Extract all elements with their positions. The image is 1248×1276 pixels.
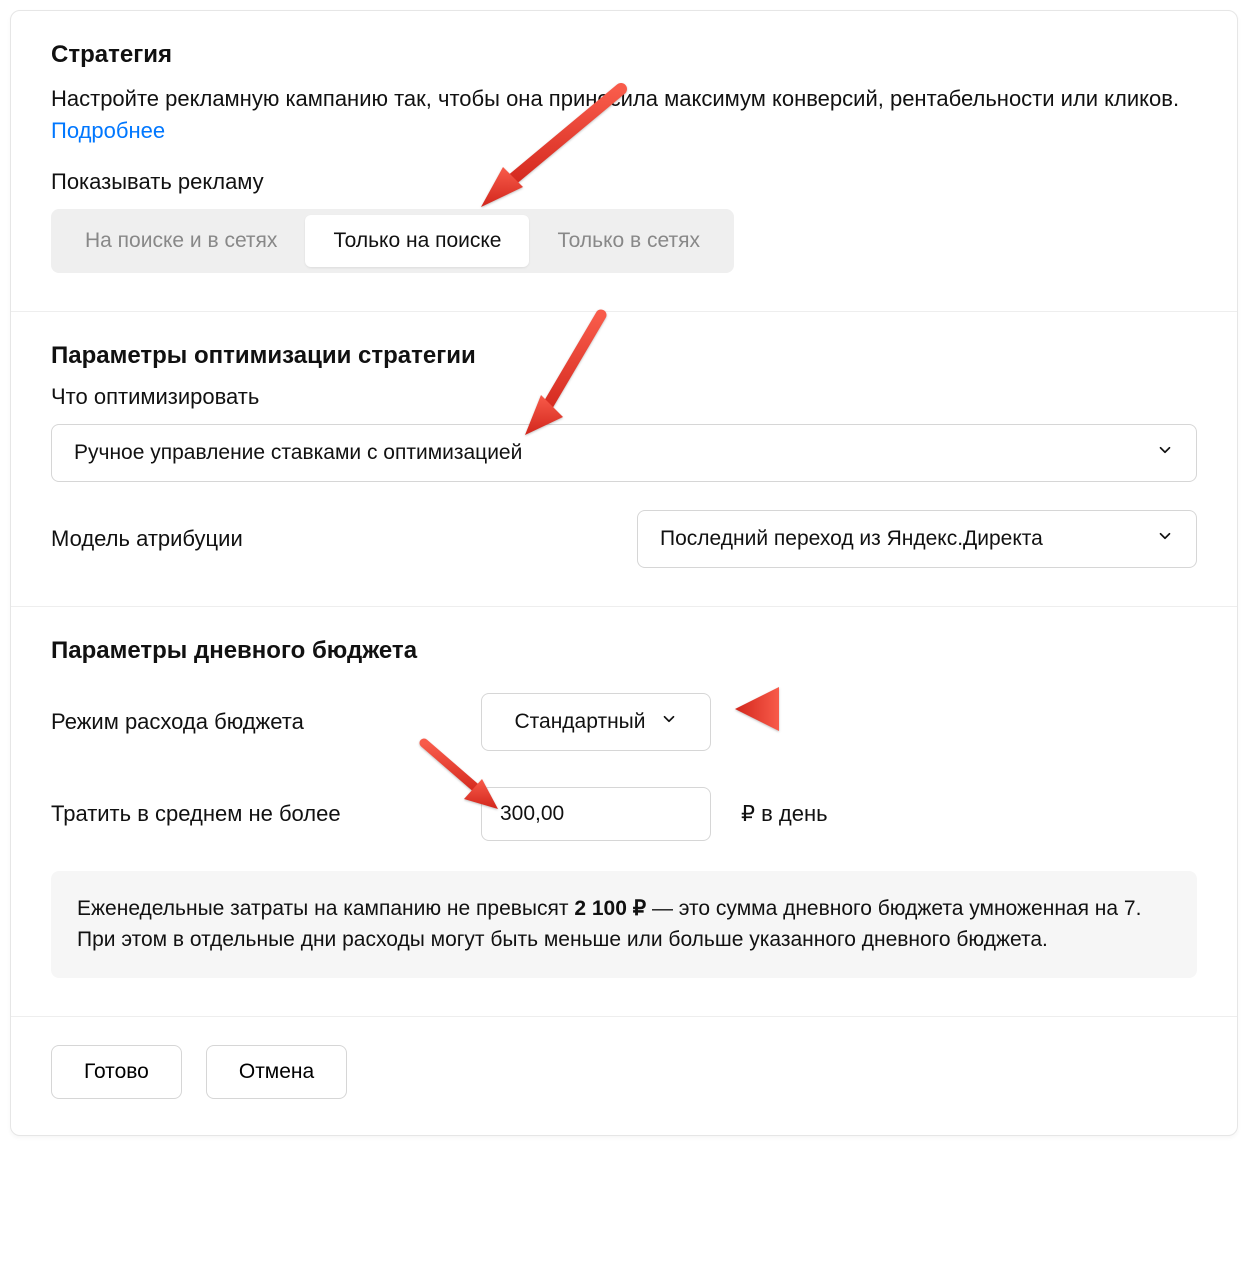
- spend-row: Тратить в среднем не более ₽ в день: [51, 787, 1197, 841]
- attribution-select[interactable]: Последний переход из Яндекс.Директа: [637, 510, 1197, 568]
- chevron-down-icon: [660, 710, 678, 734]
- spend-suffix: ₽ в день: [741, 801, 828, 827]
- cancel-button[interactable]: Отмена: [206, 1045, 347, 1099]
- strategy-description: Настройте рекламную кампанию так, чтобы …: [51, 83, 1197, 147]
- budget-info-box: Еженедельные затраты на кампанию не прев…: [51, 871, 1197, 978]
- strategy-desc-text: Настройте рекламную кампанию так, чтобы …: [51, 86, 1179, 111]
- what-optimize-label: Что оптимизировать: [51, 384, 1197, 410]
- attribution-label: Модель атрибуции: [51, 526, 243, 552]
- budget-mode-select[interactable]: Стандартный: [481, 693, 711, 751]
- budget-mode-label: Режим расхода бюджета: [51, 709, 451, 735]
- info-text-before: Еженедельные затраты на кампанию не прев…: [77, 897, 574, 920]
- optimization-title: Параметры оптимизации стратегии: [51, 342, 1197, 370]
- show-ads-label: Показывать рекламу: [51, 169, 1197, 195]
- budget-section: Параметры дневного бюджета Режим расхода…: [11, 607, 1237, 1017]
- seg-networks-only[interactable]: Только в сетях: [529, 215, 728, 267]
- budget-mode-row: Режим расхода бюджета Стандартный: [51, 693, 1197, 751]
- what-optimize-value: Ручное управление ставками с оптимизацие…: [74, 441, 522, 465]
- attribution-row: Модель атрибуции Последний переход из Ян…: [51, 510, 1197, 568]
- strategy-title: Стратегия: [51, 41, 1197, 69]
- chevron-down-icon: [1156, 441, 1174, 465]
- budget-mode-value: Стандартный: [514, 710, 645, 734]
- strategy-section: Стратегия Настройте рекламную кампанию т…: [11, 11, 1237, 312]
- done-button[interactable]: Готово: [51, 1045, 182, 1099]
- settings-card: Стратегия Настройте рекламную кампанию т…: [10, 10, 1238, 1136]
- budget-title: Параметры дневного бюджета: [51, 637, 1197, 665]
- show-ads-segmented: На поиске и в сетях Только на поиске Тол…: [51, 209, 734, 273]
- footer-actions: Готово Отмена: [11, 1017, 1237, 1135]
- seg-search-and-networks[interactable]: На поиске и в сетях: [57, 215, 305, 267]
- info-text-bold: 2 100 ₽: [574, 897, 646, 920]
- attribution-value: Последний переход из Яндекс.Директа: [660, 527, 1043, 551]
- seg-search-only[interactable]: Только на поиске: [305, 215, 529, 267]
- spend-label: Тратить в среднем не более: [51, 801, 451, 827]
- learn-more-link[interactable]: Подробнее: [51, 118, 165, 143]
- chevron-down-icon: [1156, 527, 1174, 551]
- what-optimize-select[interactable]: Ручное управление ставками с оптимизацие…: [51, 424, 1197, 482]
- optimization-section: Параметры оптимизации стратегии Что опти…: [11, 312, 1237, 607]
- daily-budget-input[interactable]: [481, 787, 711, 841]
